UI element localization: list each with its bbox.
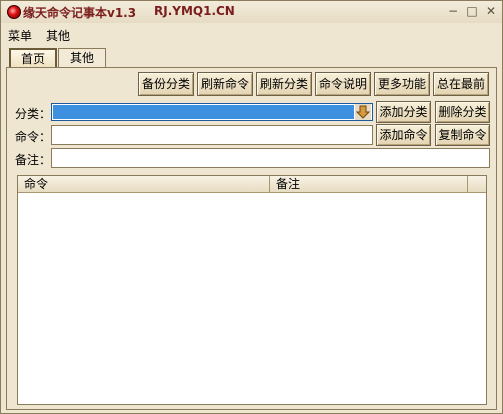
note-label: 备注： bbox=[15, 153, 52, 167]
app-title: 缘天命令记事本v1.3 bbox=[23, 6, 137, 20]
command-help-button[interactable]: 命令说明 bbox=[315, 72, 371, 96]
category-label: 分类： bbox=[15, 107, 52, 121]
refresh-category-button[interactable]: 刷新分类 bbox=[256, 72, 312, 96]
category-dropdown[interactable] bbox=[51, 103, 373, 121]
tab-other[interactable]: 其他 bbox=[58, 48, 106, 67]
column-header-note[interactable]: 备注 bbox=[270, 176, 468, 192]
close-button[interactable]: ✕ bbox=[484, 4, 498, 18]
tab-home[interactable]: 首页 bbox=[9, 48, 57, 67]
column-header-command[interactable]: 命令 bbox=[18, 176, 270, 192]
minimize-button[interactable]: − bbox=[446, 4, 460, 18]
app-logo-icon bbox=[7, 5, 21, 19]
copy-command-button[interactable]: 复制命令 bbox=[435, 124, 490, 146]
command-input[interactable] bbox=[51, 125, 373, 145]
menu-bar: 菜单 其他 bbox=[1, 25, 502, 43]
category-selection bbox=[53, 105, 354, 119]
note-input[interactable] bbox=[51, 148, 490, 168]
more-features-button[interactable]: 更多功能 bbox=[374, 72, 430, 96]
app-site-label: RJ.YMQ1.CN bbox=[154, 4, 235, 18]
menu-main[interactable]: 菜单 bbox=[8, 27, 32, 44]
menu-other[interactable]: 其他 bbox=[46, 27, 70, 44]
delete-category-button[interactable]: 删除分类 bbox=[435, 101, 490, 123]
add-command-button[interactable]: 添加命令 bbox=[376, 124, 431, 146]
list-header: 命令 备注 bbox=[18, 176, 486, 193]
command-list[interactable]: 命令 备注 bbox=[17, 175, 487, 405]
refresh-command-button[interactable]: 刷新命令 bbox=[197, 72, 253, 96]
maximize-button[interactable]: □ bbox=[465, 4, 479, 18]
dropdown-arrow-icon[interactable] bbox=[355, 104, 371, 120]
app-window: 缘天命令记事本v1.3 RJ.YMQ1.CN − □ ✕ 菜单 其他 首页 其他… bbox=[0, 0, 503, 414]
title-bar[interactable]: 缘天命令记事本v1.3 RJ.YMQ1.CN − □ ✕ bbox=[1, 1, 502, 23]
command-label: 命令： bbox=[15, 130, 52, 144]
add-category-button[interactable]: 添加分类 bbox=[376, 101, 431, 123]
backup-category-button[interactable]: 备份分类 bbox=[138, 72, 194, 96]
always-on-top-button[interactable]: 总在最前 bbox=[433, 72, 489, 96]
